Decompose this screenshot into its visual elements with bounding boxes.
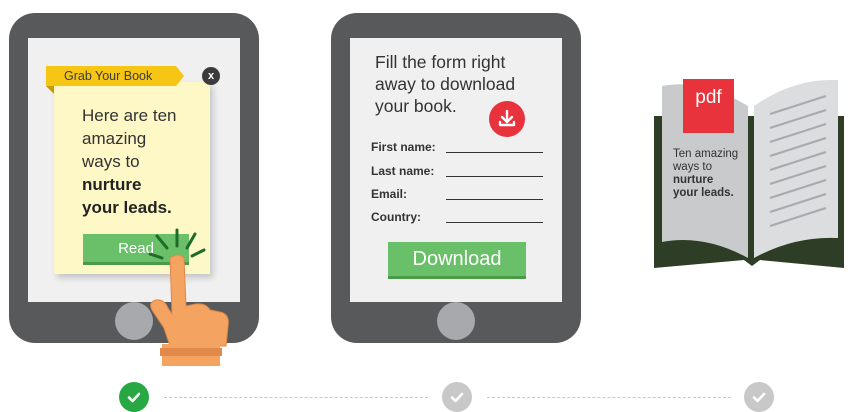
progress-connector <box>487 397 731 398</box>
last-name-label: Last name: <box>371 164 435 178</box>
progress-step-2 <box>442 382 472 412</box>
pdf-tag: pdf <box>683 79 734 133</box>
country-label: Country: <box>371 210 421 224</box>
email-input[interactable] <box>446 199 543 200</box>
click-burst-icon <box>148 228 206 260</box>
pointing-hand-icon <box>148 228 229 366</box>
form-title: Fill the form right away to download you… <box>375 51 555 117</box>
popup-text-line: Here are ten <box>82 106 177 125</box>
first-name-input[interactable] <box>446 152 543 153</box>
book-text-line: nurture <box>673 174 714 186</box>
close-icon: x <box>207 70 215 82</box>
check-icon <box>127 392 141 403</box>
check-icon <box>450 392 464 403</box>
email-label: Email: <box>371 187 408 201</box>
tablet-2-home-button[interactable] <box>437 302 475 340</box>
popup-banner-notch <box>176 66 184 86</box>
book-text-line: ways to <box>673 161 712 173</box>
progress-connector <box>164 397 428 398</box>
country-input[interactable] <box>446 222 543 223</box>
book-text-line: your leads. <box>673 187 734 199</box>
download-button-label: Download <box>412 247 502 270</box>
popup-text-line: your leads. <box>82 198 172 217</box>
popup-banner-label: Grab Your Book <box>64 69 153 83</box>
form-title-line: Fill the form right <box>375 52 506 72</box>
popup-text: Here are ten amazing ways to nurture you… <box>82 104 202 219</box>
first-name-label: First name: <box>371 140 436 154</box>
popup-text-line: amazing <box>82 129 147 148</box>
close-button[interactable]: x <box>202 67 220 85</box>
popup-text-line: nurture <box>82 175 142 194</box>
form-title-line: your book. <box>375 96 457 116</box>
popup-banner-fold <box>46 86 54 94</box>
book-text-line: Ten amazing <box>673 148 739 160</box>
download-badge <box>489 101 525 137</box>
book-text: Ten amazing ways to nurture your leads. <box>673 148 763 200</box>
form-title-line: away to download <box>375 74 516 94</box>
download-button[interactable]: Download <box>388 242 526 276</box>
last-name-input[interactable] <box>446 176 543 177</box>
popup-banner: Grab Your Book <box>46 66 176 86</box>
pdf-tag-label: pdf <box>695 87 722 108</box>
progress-step-3 <box>744 382 774 412</box>
check-icon <box>752 392 766 403</box>
download-icon <box>498 109 516 127</box>
progress-step-1 <box>119 382 149 412</box>
popup-text-line: ways to <box>82 152 140 171</box>
